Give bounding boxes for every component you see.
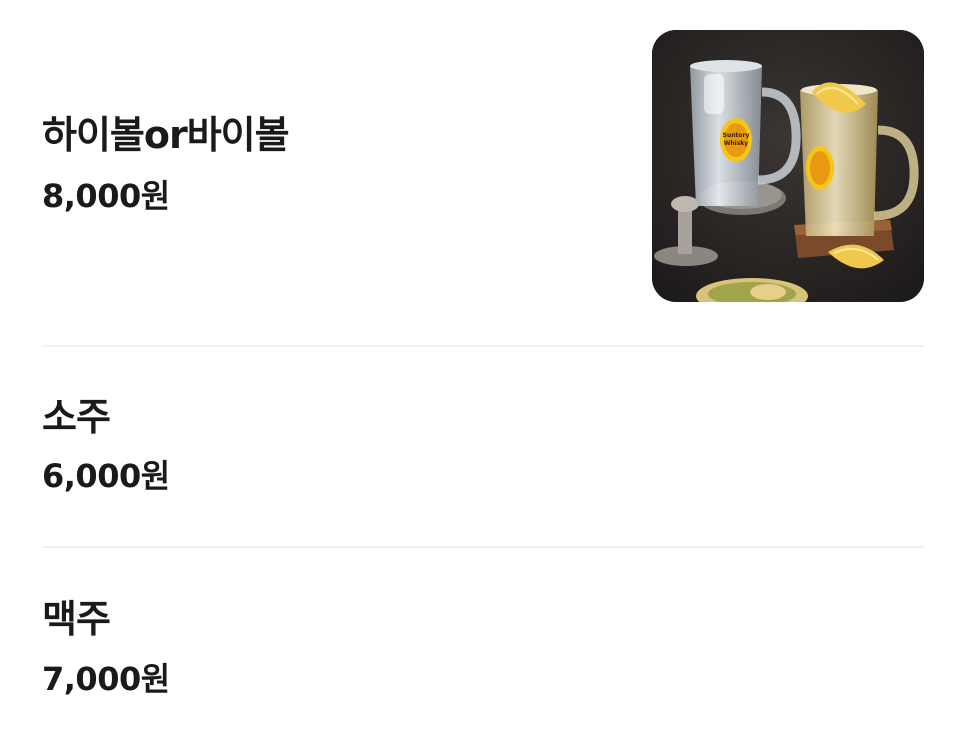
highball-photo[interactable]: Suntory Whisky (652, 30, 924, 302)
menu-item-highball[interactable]: 하이볼or바이볼 8,000원 Suntory Whisky (42, 0, 924, 346)
menu-item-beer[interactable]: 맥주 7,000원 (42, 548, 924, 734)
label-text-line2: Whisky (724, 140, 749, 147)
menu-item-price: 7,000원 (42, 660, 170, 698)
menu-item-name: 소주 (42, 395, 111, 439)
menu-item-name: 하이볼or바이볼 (42, 113, 290, 157)
menu-item-price: 6,000원 (42, 457, 170, 495)
menu-item-price: 8,000원 (42, 177, 170, 215)
menu-item-name: 맥주 (42, 597, 111, 641)
menu-item-soju[interactable]: 소주 6,000원 (42, 347, 924, 547)
label-text-line1: Suntory (723, 132, 750, 139)
menu-list: 하이볼or바이볼 8,000원 Suntory Whisky 소주 6,000원… (0, 0, 966, 734)
